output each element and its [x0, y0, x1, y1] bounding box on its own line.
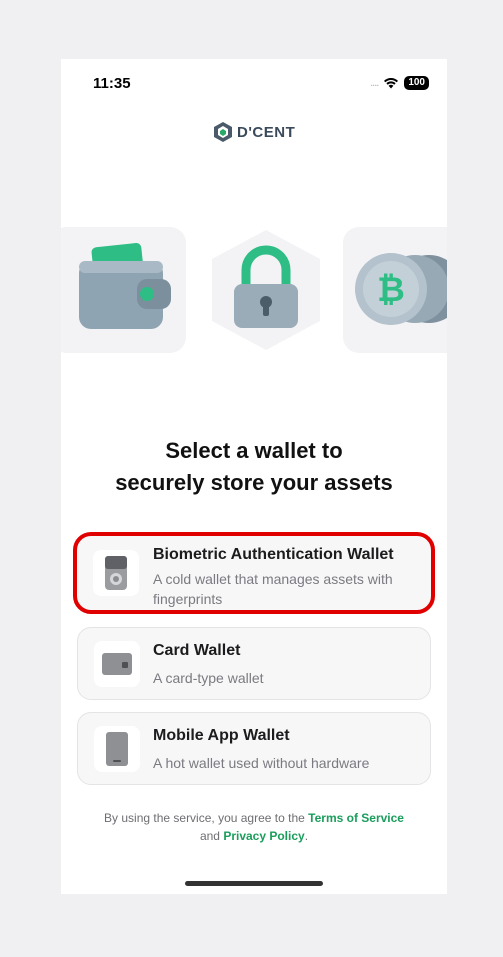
phone-icon: [106, 732, 128, 766]
coins-illustration-card: ₿: [343, 227, 447, 353]
page-title-line-2: securely store your assets: [115, 470, 393, 495]
terms-of-service-link[interactable]: Terms of Service: [308, 811, 404, 825]
terms-suffix: .: [304, 829, 309, 843]
biometric-device-icon: [105, 556, 127, 590]
option-mobile-wallet[interactable]: Mobile App Wallet A hot wallet used with…: [77, 712, 431, 785]
home-indicator[interactable]: [185, 881, 323, 886]
page-title: Select a wallet to securely store your a…: [61, 435, 447, 499]
wifi-icon: [384, 78, 399, 89]
card-icon: [102, 653, 132, 675]
battery-icon: 100: [404, 76, 429, 90]
dcent-logo: D'CENT: [213, 121, 295, 143]
option-description: A cold wallet that manages assets with f…: [153, 571, 393, 607]
option-card-wallet[interactable]: Card Wallet A card-type wallet: [77, 627, 431, 700]
status-icons: .... 100: [370, 76, 429, 90]
wallet-illustration-card: [61, 227, 186, 353]
padlock-icon: [212, 230, 320, 350]
terms-notice: By using the service, you agree to the T…: [101, 809, 407, 845]
terms-and: and: [199, 829, 220, 843]
terms-prefix: By using the service, you agree to the: [104, 811, 305, 825]
page-title-line-1: Select a wallet to: [165, 438, 343, 463]
logo-text: D'CENT: [237, 123, 296, 141]
lock-illustration: [208, 228, 324, 357]
wallet-icon: [79, 242, 171, 329]
option-biometric-wallet[interactable]: Biometric Authentication Wallet A cold w…: [73, 532, 435, 614]
logo-mark-icon: [214, 122, 232, 142]
status-bar: 11:35 .... 100: [61, 59, 447, 107]
privacy-policy-link[interactable]: Privacy Policy: [223, 829, 304, 843]
hero-illustrations: ₿: [61, 225, 447, 355]
app-screen: 11:35 .... 100 D'CENT ₿ Select a wallet …: [61, 59, 447, 894]
option-title: Mobile App Wallet: [153, 727, 290, 744]
option-title: Biometric Authentication Wallet: [153, 546, 394, 563]
bitcoin-coins-icon: ₿: [355, 253, 447, 325]
option-icon-box: [93, 550, 139, 596]
option-icon-box: [94, 726, 140, 772]
option-description: A hot wallet used without hardware: [153, 755, 370, 771]
signal-icon: ....: [370, 77, 379, 89]
option-icon-box: [94, 641, 140, 687]
status-time: 11:35: [93, 75, 131, 92]
option-title: Card Wallet: [153, 642, 241, 659]
svg-text:₿: ₿: [377, 270, 405, 310]
option-description: A card-type wallet: [153, 670, 264, 686]
